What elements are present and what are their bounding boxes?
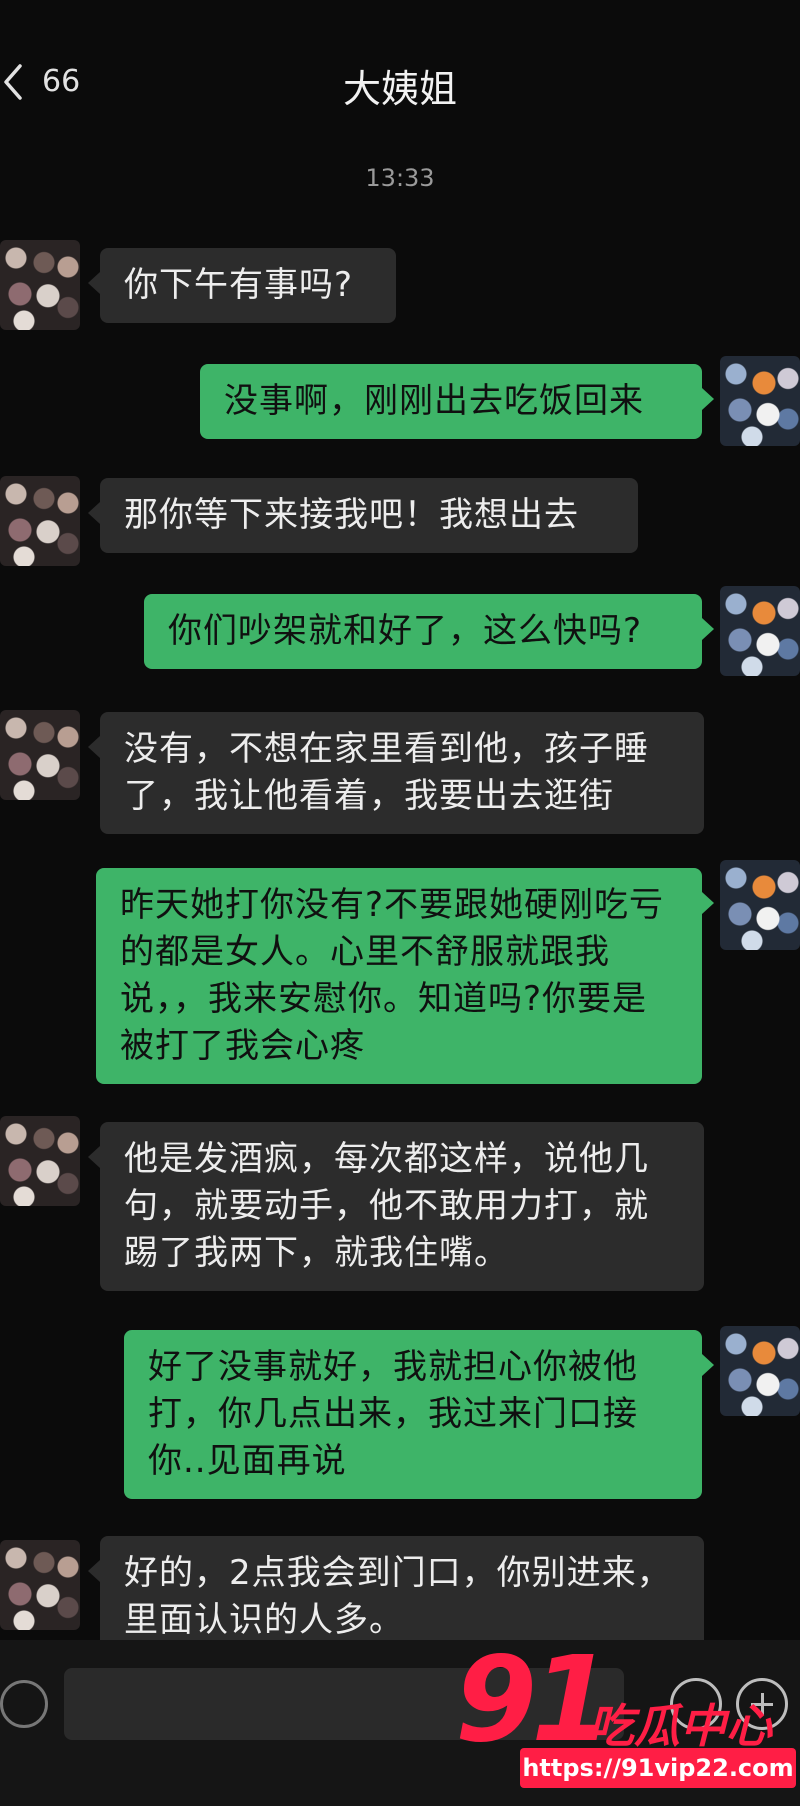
outgoing-message[interactable]: 好了没事就好，我就担心你被他打，你几点出来，我过来门口接你..见面再说 bbox=[124, 1330, 714, 1499]
contact-avatar[interactable] bbox=[0, 1540, 80, 1630]
outgoing-message[interactable]: 你们吵架就和好了，这么快吗? bbox=[144, 594, 714, 669]
incoming-message[interactable]: 没有，不想在家里看到他，孩子睡了，我让他看着，我要出去逛街 bbox=[88, 712, 704, 834]
self-avatar[interactable] bbox=[720, 860, 800, 950]
message-timestamp: 13:33 bbox=[365, 164, 435, 192]
watermark-brand: 吃瓜中心 bbox=[588, 1699, 772, 1753]
self-avatar[interactable] bbox=[720, 356, 800, 446]
self-avatar[interactable] bbox=[720, 586, 800, 676]
contact-avatar[interactable] bbox=[0, 1116, 80, 1206]
chat-title: 大姨姐 bbox=[342, 67, 457, 111]
self-avatar[interactable] bbox=[720, 1326, 800, 1416]
incoming-message[interactable]: 你下午有事吗? bbox=[88, 248, 396, 323]
incoming-message[interactable]: 他是发酒疯，每次都这样，说他几句，就要动手，他不敢用力打，就踢了我两下，就我住嘴… bbox=[88, 1122, 704, 1291]
watermark-url: https://91vip22.com bbox=[520, 1748, 796, 1788]
chat-header: 66 大姨姐 bbox=[0, 0, 800, 160]
contact-avatar[interactable] bbox=[0, 476, 80, 566]
outgoing-message[interactable]: 没事啊，刚刚出去吃饭回来 bbox=[200, 364, 714, 439]
voice-icon[interactable] bbox=[0, 1680, 48, 1728]
outgoing-message[interactable]: 昨天她打你没有?不要跟她硬刚吃亏的都是女人。心里不舒服就跟我说，，我来安慰你。知… bbox=[96, 868, 714, 1084]
contact-avatar[interactable] bbox=[0, 710, 80, 800]
contact-avatar[interactable] bbox=[0, 240, 80, 330]
incoming-message[interactable]: 那你等下来接我吧！我想出去 bbox=[88, 478, 638, 553]
chat-screen: 66 大姨姐 13:33 你下午有事吗? 没事啊，刚刚出去吃饭回来 那你等下来接… bbox=[0, 0, 800, 1806]
